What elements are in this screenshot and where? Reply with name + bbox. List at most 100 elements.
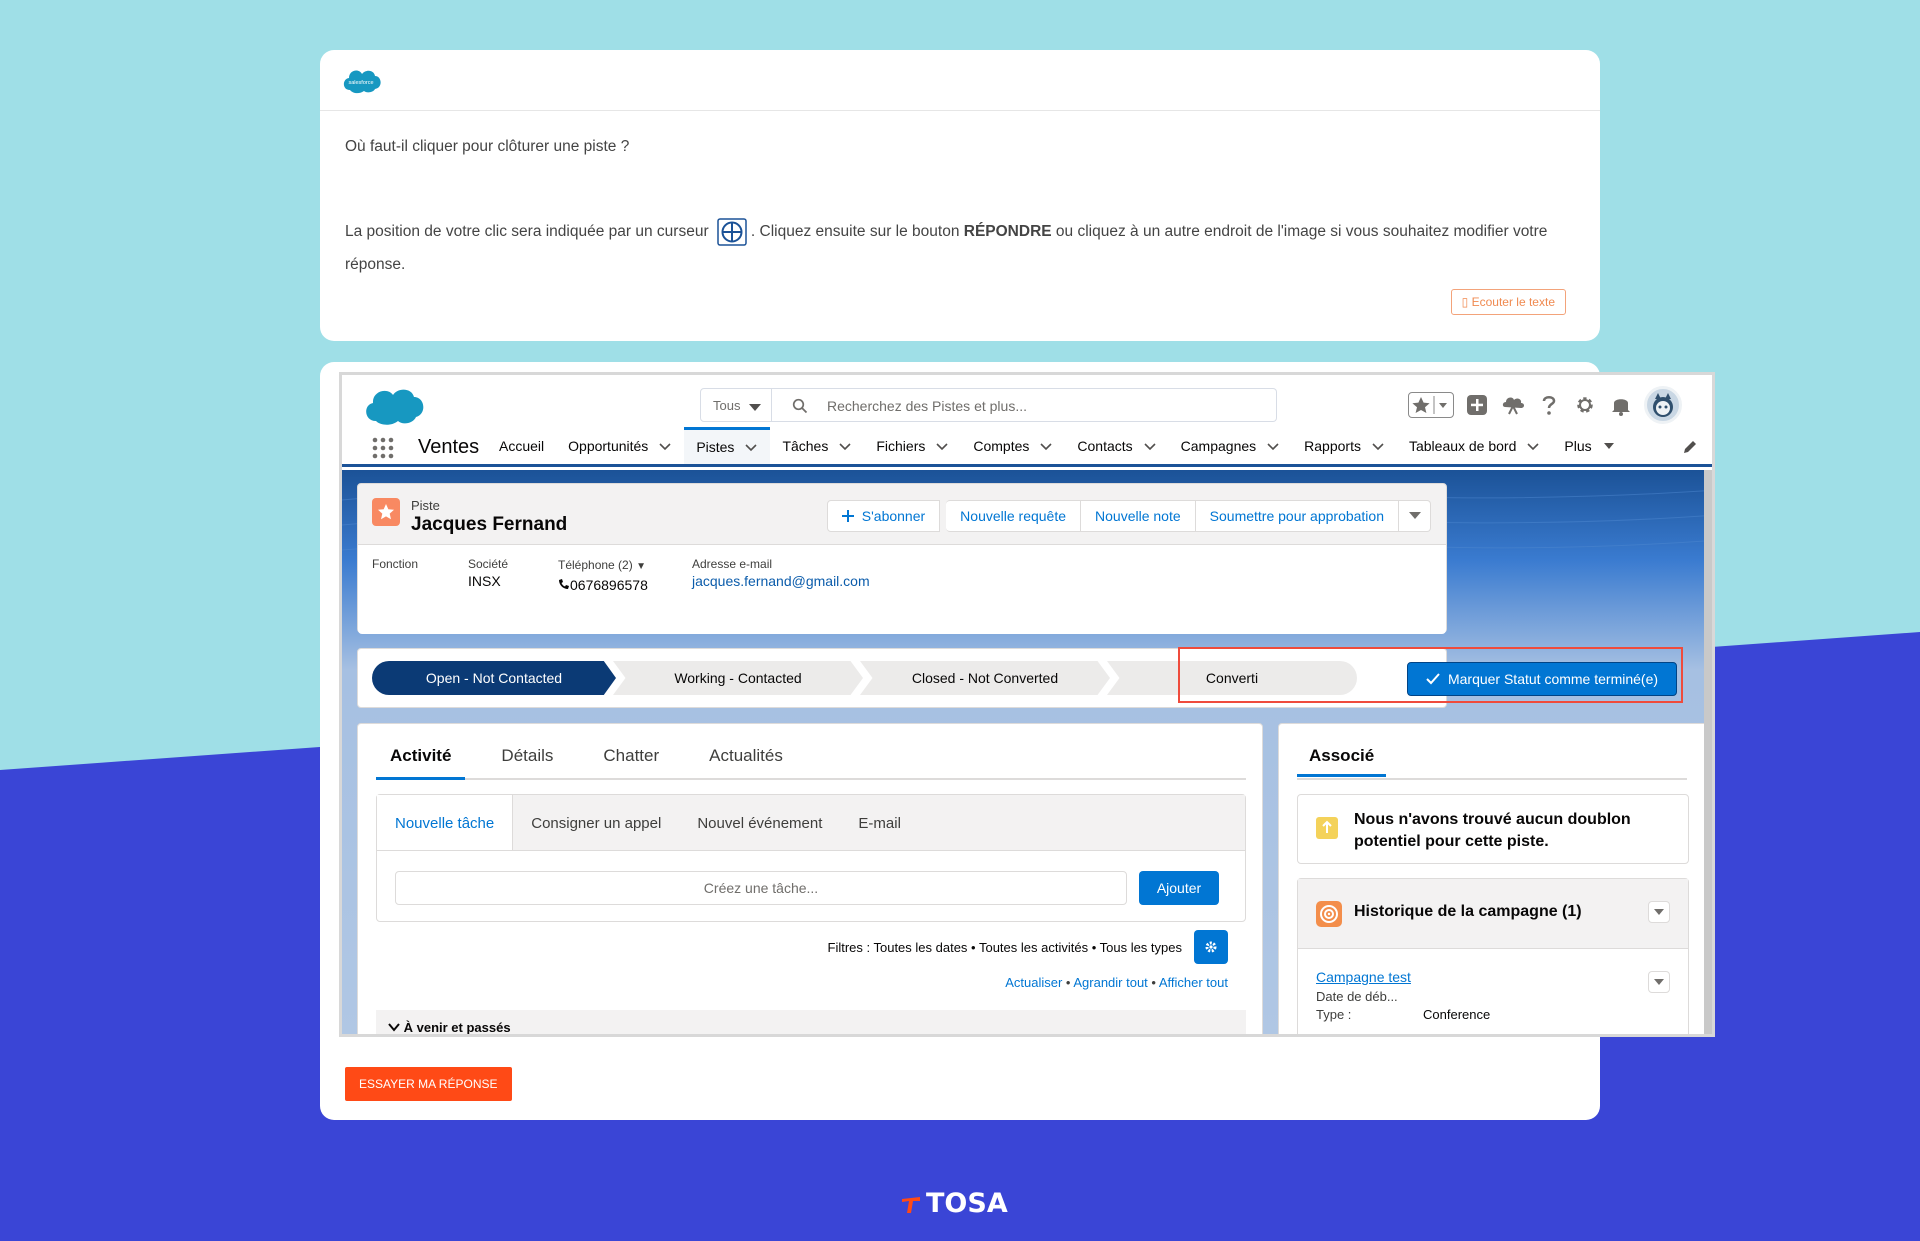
setup-gear-icon[interactable] xyxy=(1572,392,1598,418)
trailhead-icon[interactable] xyxy=(1500,392,1526,418)
more-actions-button[interactable] xyxy=(1399,500,1431,532)
nav-item-7[interactable]: Campagnes xyxy=(1169,427,1293,464)
company-label: Société xyxy=(468,557,509,571)
gear-icon xyxy=(1205,941,1217,953)
stage-working-contacted[interactable]: Working - Contacted xyxy=(613,661,863,695)
nav-item-label: Contacts xyxy=(1077,437,1133,454)
company-value: INSX xyxy=(468,573,501,589)
email-link[interactable]: jacques.fernand@gmail.com xyxy=(692,573,870,589)
notifications-bell-icon[interactable] xyxy=(1608,392,1634,418)
campaign-type-label: Type : xyxy=(1316,1007,1352,1022)
nav-item-2[interactable]: Pistes xyxy=(684,427,771,464)
nav-item-6[interactable]: Contacts xyxy=(1065,427,1168,464)
record-actions: S'abonner Nouvelle requête Nouvelle note… xyxy=(826,500,1431,532)
upcoming-overdue-section[interactable]: À venir et passés xyxy=(376,1010,1246,1034)
global-search-input[interactable]: Recherchez des Pistes et plus... xyxy=(772,388,1277,422)
tab-new-task[interactable]: Nouvelle tâche xyxy=(377,795,514,850)
tab-log-call[interactable]: Consigner un appel xyxy=(513,795,679,850)
question-card: salesforce Où faut-il cliquer pour clôtu… xyxy=(320,50,1600,341)
nav-item-3[interactable]: Tâches xyxy=(770,427,864,464)
duplicate-icon xyxy=(1316,817,1338,839)
listen-text-button[interactable]: ▯ Ecouter le texte xyxy=(1450,289,1566,315)
nav-item-label: Opportunités xyxy=(568,437,649,454)
related-tabs: Associé xyxy=(1297,736,1687,780)
new-note-button[interactable]: Nouvelle note xyxy=(1081,500,1196,532)
try-answer-button[interactable]: ESSAYER MA RÉPONSE xyxy=(345,1067,512,1101)
activity-tabs: Activité Détails Chatter Actualités xyxy=(376,736,1246,780)
mark-status-complete-button[interactable]: Marquer Statut comme terminé(e) xyxy=(1407,662,1677,696)
nav-item-label: Comptes xyxy=(973,437,1030,454)
global-actions-plus-icon[interactable] xyxy=(1464,392,1490,418)
edit-nav-pencil-icon[interactable] xyxy=(1682,439,1698,455)
salesforce-cloud-logo xyxy=(366,389,424,425)
email-label: Adresse e-mail xyxy=(692,557,773,571)
refresh-link[interactable]: Actualiser xyxy=(1005,975,1062,990)
stage-closed-not-converted[interactable]: Closed - Not Converted xyxy=(860,661,1110,695)
record-name: Jacques Fernand xyxy=(411,514,568,535)
user-avatar[interactable] xyxy=(1644,386,1682,424)
add-task-button[interactable]: Ajouter xyxy=(1139,871,1219,905)
campaign-link[interactable]: Campagne test xyxy=(1316,969,1411,985)
new-case-button[interactable]: Nouvelle requête xyxy=(946,500,1082,532)
nav-item-1[interactable]: Opportunités xyxy=(556,427,684,464)
nav-item-label: Plus xyxy=(1564,437,1592,454)
chevron-down-icon[interactable] xyxy=(1371,439,1385,453)
app-launcher-icon[interactable] xyxy=(372,437,394,459)
subscribe-button[interactable]: S'abonner xyxy=(826,500,941,532)
campaign-row-menu-button[interactable] xyxy=(1648,971,1670,993)
salesforce-screenshot[interactable]: Tous Recherchez des Pistes et plus... Ve… xyxy=(339,372,1715,1037)
tosa-mark-icon xyxy=(902,1196,920,1213)
chevron-down-icon[interactable] xyxy=(1602,439,1616,453)
tab-news[interactable]: Actualités xyxy=(695,736,797,778)
nav-item-4[interactable]: Fichiers xyxy=(864,427,961,464)
tab-email[interactable]: E-mail xyxy=(840,795,919,850)
app-navigation: Ventes Accueil Opportunités Pistes Tâches Fi… xyxy=(342,427,1712,467)
chevron-down-icon xyxy=(388,1023,400,1032)
chevron-down-icon[interactable] xyxy=(935,439,949,453)
tab-new-event[interactable]: Nouvel événement xyxy=(679,795,840,850)
campaign-menu-button[interactable] xyxy=(1648,901,1670,923)
favorites-star-icon[interactable] xyxy=(1408,392,1454,418)
object-label: Piste xyxy=(411,498,440,513)
activity-filters: Filtres : Toutes les dates • Toutes les … xyxy=(827,940,1183,955)
campaign-start-date-label: Date de déb... xyxy=(1316,989,1398,1004)
filter-settings-button[interactable] xyxy=(1194,930,1228,964)
help-icon[interactable] xyxy=(1536,392,1562,418)
stage-open-not-contacted[interactable]: Open - Not Contacted xyxy=(372,661,616,695)
tab-activity[interactable]: Activité xyxy=(376,736,466,780)
app-name: Ventes xyxy=(418,436,480,458)
plus-icon xyxy=(841,510,854,522)
expand-all-link[interactable]: Agrandir tout xyxy=(1073,975,1147,990)
nav-item-8[interactable]: Rapports xyxy=(1292,427,1397,464)
search-icon xyxy=(792,398,808,414)
phone-label[interactable]: Téléphone (2) ▼ xyxy=(558,558,646,572)
create-task-input[interactable]: Créez une tâche... xyxy=(395,871,1127,905)
nav-item-10[interactable]: Plus xyxy=(1552,427,1627,464)
chevron-down-icon xyxy=(1654,978,1664,985)
record-header: Piste Jacques Fernand S'abonner Nouvelle… xyxy=(357,483,1447,634)
chevron-down-icon[interactable] xyxy=(744,440,758,454)
tab-chatter[interactable]: Chatter xyxy=(589,736,673,778)
view-all-link[interactable]: Afficher tout xyxy=(1159,975,1228,990)
chevron-down-icon[interactable] xyxy=(838,439,852,453)
phone-value[interactable]: 0676896578 xyxy=(558,577,648,593)
nav-item-5[interactable]: Comptes xyxy=(961,427,1065,464)
chevron-down-icon[interactable] xyxy=(1039,439,1053,453)
nav-item-0[interactable]: Accueil xyxy=(487,427,556,464)
salesforce-small-logo: salesforce xyxy=(343,70,381,94)
crosshair-cursor-icon xyxy=(717,218,747,246)
submit-approval-button[interactable]: Soumettre pour approbation xyxy=(1195,500,1399,532)
nav-item-9[interactable]: Tableaux de bord xyxy=(1397,427,1552,464)
chevron-down-icon[interactable] xyxy=(658,439,672,453)
tosa-logo: TOSA xyxy=(900,1188,1008,1219)
chevron-down-icon[interactable] xyxy=(1266,439,1280,453)
search-scope-select[interactable]: Tous xyxy=(700,388,772,422)
chevron-down-icon[interactable] xyxy=(1526,439,1540,453)
chevron-down-icon[interactable] xyxy=(1143,439,1157,453)
phone-icon xyxy=(559,579,569,589)
tab-details[interactable]: Détails xyxy=(487,736,567,778)
tab-related[interactable]: Associé xyxy=(1297,736,1387,777)
activity-composer: Nouvelle tâche Consigner un appel Nouvel… xyxy=(376,794,1246,922)
job-title-label: Fonction xyxy=(372,557,419,571)
page-scrollbar[interactable] xyxy=(1704,470,1712,1034)
